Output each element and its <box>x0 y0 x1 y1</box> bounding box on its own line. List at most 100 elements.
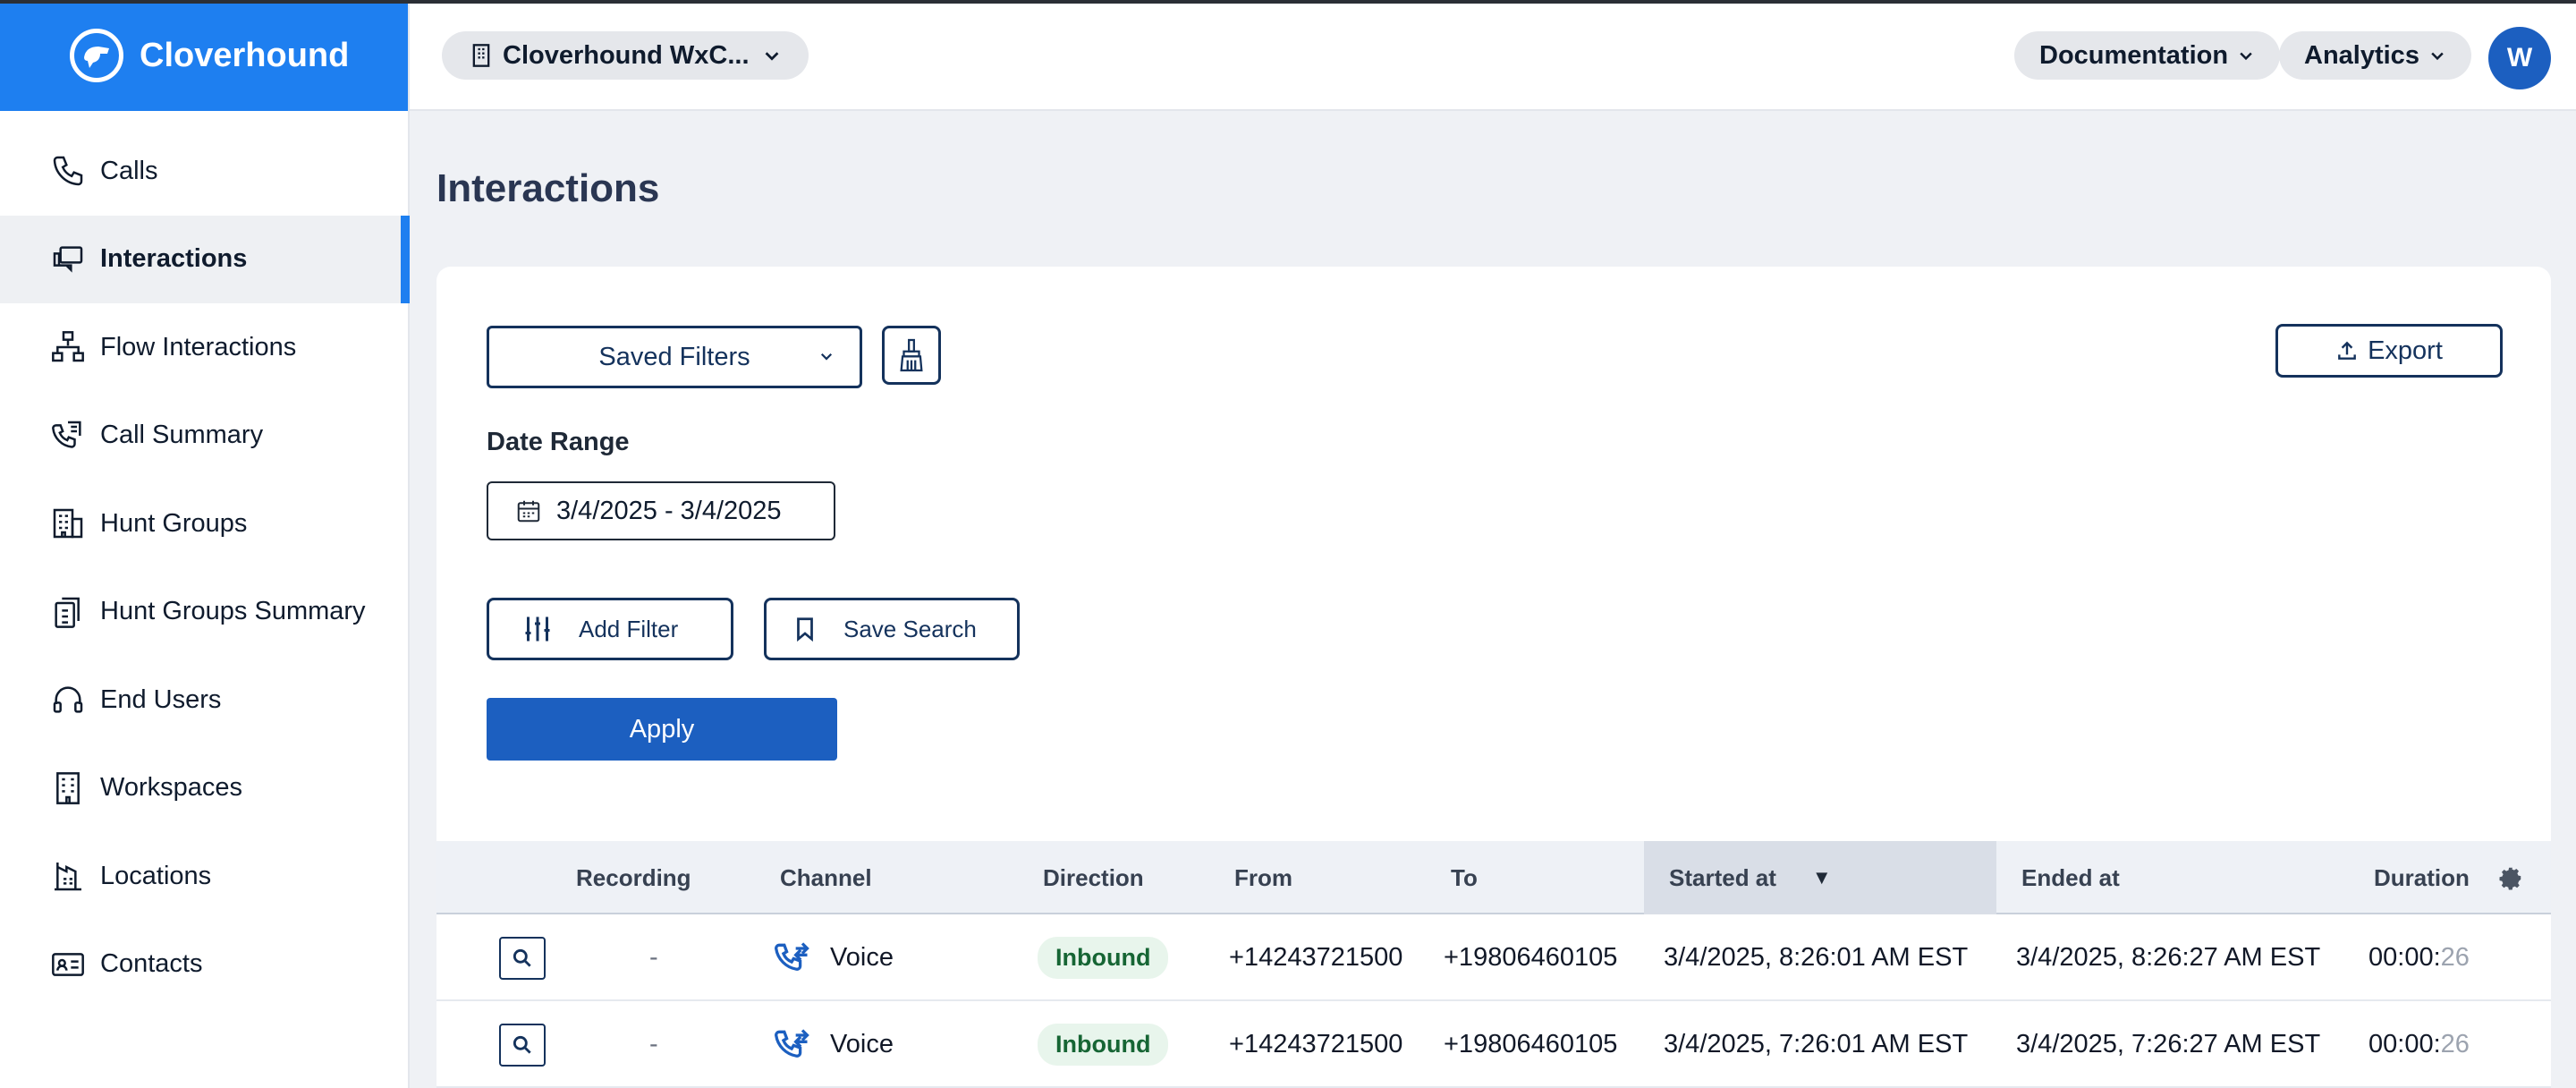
sidebar-item-contacts[interactable]: Contacts <box>0 921 408 1009</box>
apply-button[interactable]: Apply <box>487 698 837 761</box>
save-search-button[interactable]: Save Search <box>764 598 1020 660</box>
export-label: Export <box>2368 336 2443 365</box>
org-selector[interactable]: Cloverhound WxC... <box>442 31 809 80</box>
date-range-label: Date Range <box>487 428 630 456</box>
phone-transfer-icon <box>773 939 812 978</box>
documentation-menu[interactable]: Documentation <box>2014 31 2281 80</box>
chevron-down-icon <box>762 46 782 65</box>
sidebar-item-label: Calls <box>100 156 158 185</box>
column-ended-at[interactable]: Ended at <box>2021 841 2120 914</box>
saved-filters-label: Saved Filters <box>598 342 750 371</box>
sidebar-item-hunt-groups-summary[interactable]: Hunt Groups Summary <box>0 568 408 657</box>
direction-badge: Inbound <box>1038 1024 1169 1066</box>
sidebar-item-label: Interactions <box>100 244 248 274</box>
gear-icon[interactable] <box>2497 864 2524 891</box>
add-filter-button[interactable]: Add Filter <box>487 598 733 660</box>
column-to[interactable]: To <box>1451 841 1478 914</box>
broom-icon <box>896 337 927 373</box>
duration-cell: 00:00: 26 <box>2368 1001 2470 1088</box>
column-started-at[interactable]: Started at ▼ <box>1644 841 1996 914</box>
sidebar-item-end-users[interactable]: End Users <box>0 656 408 744</box>
bookmark-icon <box>792 615 818 643</box>
date-range-value: 3/4/2025 - 3/4/2025 <box>556 496 782 525</box>
user-avatar[interactable]: W <box>2488 27 2551 89</box>
clear-filters-button[interactable] <box>882 326 941 385</box>
building-icon <box>469 42 494 69</box>
channel-label: Voice <box>830 1030 894 1058</box>
sidebar-item-call-summary[interactable]: Call Summary <box>0 392 408 480</box>
sidebar-item-flow-interactions[interactable]: Flow Interactions <box>0 303 408 392</box>
phone-transfer-icon <box>773 1025 812 1065</box>
sidebar: Cloverhound Calls Interactions Flow Inte… <box>0 0 410 1088</box>
chevron-down-icon <box>2237 47 2255 64</box>
call-summary-icon <box>48 416 88 455</box>
sidebar-item-interactions[interactable]: Interactions <box>0 215 410 303</box>
table-row[interactable]: - Voice Inbound +14243721500 +1980646010… <box>436 914 2551 1001</box>
table-row[interactable]: - Voice Inbound +14243721500 +1980646010… <box>436 1001 2551 1088</box>
headset-icon <box>48 680 88 719</box>
documentation-label: Documentation <box>2039 40 2229 70</box>
direction-badge: Inbound <box>1038 937 1169 979</box>
sidebar-item-label: Hunt Groups Summary <box>100 597 366 626</box>
export-button[interactable]: Export <box>2275 324 2503 378</box>
duration-cell: 00:00: 26 <box>2368 914 2470 1001</box>
sidebar-item-workspaces[interactable]: Workspaces <box>0 744 408 833</box>
sidebar-item-label: Call Summary <box>100 421 264 450</box>
column-channel[interactable]: Channel <box>780 841 872 914</box>
clipboard-icon <box>48 592 88 632</box>
building-icon <box>48 504 88 543</box>
date-range-input[interactable]: 3/4/2025 - 3/4/2025 <box>487 481 835 540</box>
add-filter-label: Add Filter <box>579 615 679 642</box>
recording-cell: - <box>649 943 658 972</box>
to-cell: +19806460105 <box>1444 1030 1618 1058</box>
top-border <box>0 0 2576 4</box>
search-icon <box>511 947 534 970</box>
sidebar-item-label: Flow Interactions <box>100 332 297 361</box>
from-cell: +14243721500 <box>1229 943 1403 972</box>
direction-cell: Inbound <box>1038 1001 1169 1088</box>
sidebar-item-label: Workspaces <box>100 773 243 803</box>
sidebar-nav: Calls Interactions Flow Interactions Cal… <box>0 111 410 1009</box>
started-cell: 3/4/2025, 8:26:01 AM EST <box>1664 943 1969 972</box>
sidebar-item-label: Locations <box>100 861 212 890</box>
sidebar-item-label: Contacts <box>100 949 203 979</box>
column-from[interactable]: From <box>1234 841 1292 914</box>
view-details-button[interactable] <box>499 936 546 980</box>
analytics-menu[interactable]: Analytics <box>2279 31 2471 80</box>
to-cell: +19806460105 <box>1444 943 1618 972</box>
sidebar-item-calls[interactable]: Calls <box>0 127 408 216</box>
cloverhound-logo-icon <box>70 29 123 82</box>
column-duration[interactable]: Duration <box>2374 841 2470 914</box>
column-direction[interactable]: Direction <box>1043 841 1144 914</box>
calendar-icon <box>515 497 542 524</box>
contact-card-icon <box>48 945 88 984</box>
upload-icon <box>2335 339 2359 362</box>
brand-header[interactable]: Cloverhound <box>0 0 408 111</box>
column-recording[interactable]: Recording <box>576 841 691 914</box>
sidebar-item-label: Hunt Groups <box>100 508 248 538</box>
sidebar-item-label: End Users <box>100 684 222 714</box>
column-started-at-label: Started at <box>1669 863 1776 891</box>
duration-prefix: 00:00: <box>2368 943 2441 972</box>
started-cell: 3/4/2025, 7:26:01 AM EST <box>1664 1030 1969 1058</box>
direction-cell: Inbound <box>1038 914 1169 1001</box>
duration-suffix: 26 <box>2440 943 2470 972</box>
interactions-card: Saved Filters Export Date Range 3/4/2025… <box>436 267 2551 1088</box>
location-icon <box>48 856 88 896</box>
flow-icon <box>48 327 88 367</box>
page-title: Interactions <box>436 166 660 210</box>
view-details-button[interactable] <box>499 1023 546 1067</box>
sort-desc-icon: ▼ <box>1811 866 1832 888</box>
office-icon <box>48 769 88 808</box>
channel-cell: Voice <box>773 1001 894 1088</box>
channel-label: Voice <box>830 943 894 972</box>
save-search-label: Save Search <box>843 615 977 642</box>
phone-icon <box>48 151 88 191</box>
ended-cell: 3/4/2025, 7:26:27 AM EST <box>2016 1030 2321 1058</box>
saved-filters-dropdown[interactable]: Saved Filters <box>487 326 862 388</box>
sidebar-item-hunt-groups[interactable]: Hunt Groups <box>0 480 408 568</box>
sidebar-item-locations[interactable]: Locations <box>0 832 408 921</box>
analytics-label: Analytics <box>2304 40 2419 70</box>
brand-name: Cloverhound <box>140 36 350 74</box>
org-name: Cloverhound WxC... <box>503 40 750 70</box>
